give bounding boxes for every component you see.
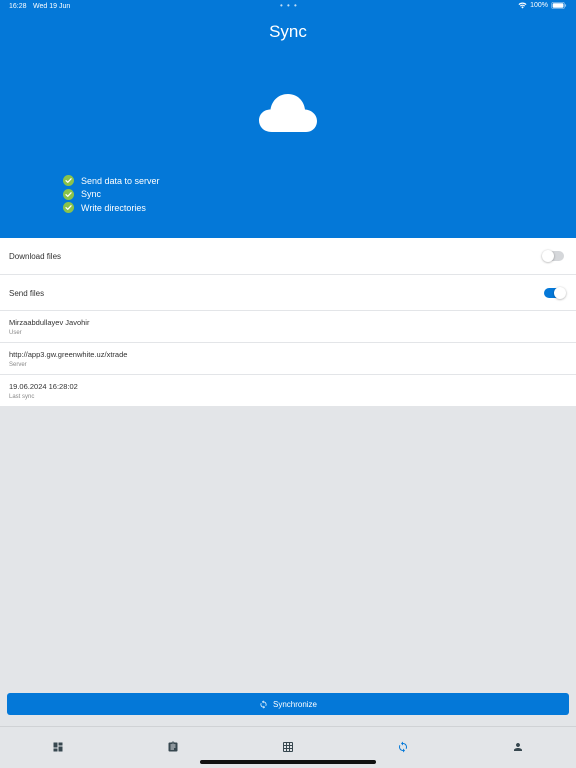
download-files-label: Download files [9,252,62,261]
server-info-row: http://app3.gw.greenwhite.uz/xtrade Serv… [0,343,576,375]
multitask-dots-icon[interactable]: • • • [280,1,298,10]
send-files-toggle[interactable] [544,286,566,299]
sync-step: Sync [63,188,160,202]
last-sync-caption: Last sync [9,394,35,400]
send-files-label: Send files [9,288,45,298]
sync-step: Send data to server [63,174,160,188]
person-icon [514,743,522,751]
cloud-icon [259,94,317,132]
tab-dashboard[interactable] [51,740,65,754]
status-time: 16:28 [9,3,27,10]
battery-percent: 100% [530,2,548,9]
sync-step-label: Sync [81,189,102,200]
sync-steps-list: Send data to server Sync Write directori… [63,174,160,215]
page-title: Sync [269,22,307,41]
server-url: http://app3.gw.greenwhite.uz/xtrade [9,350,128,359]
user-name: Mirzaabdullayev Javohir [9,318,90,327]
sync-settings-list: Download files Send files Mirzaabdullaye… [0,238,576,407]
status-bar: 16:28 Wed 19 Jun • • • 100% [0,0,576,14]
home-indicator[interactable] [200,760,376,764]
clipboard-icon [168,741,178,752]
sync-step-label: Send data to server [81,175,160,186]
battery-icon [551,2,567,9]
sync-icon [399,741,407,753]
sync-screen: 16:28 Wed 19 Jun • • • 100% Sync Send da… [0,0,576,768]
last-sync-time: 19.06.2024 16:28:02 [9,382,78,391]
sync-step: Write directories [63,201,160,215]
check-circle-icon [63,202,74,214]
check-circle-icon [63,175,74,187]
tab-orders[interactable] [166,740,180,754]
download-files-toggle[interactable] [542,250,564,262]
send-files-row[interactable]: Send files [0,275,576,311]
user-caption: User [9,330,22,336]
synchronize-button-label: Synchronize [272,699,318,709]
last-sync-row: 19.06.2024 16:28:02 Last sync [0,375,576,407]
tab-table[interactable] [281,740,295,754]
status-date: Wed 19 Jun [33,3,71,10]
check-circle-icon [63,188,74,200]
synchronize-button[interactable]: Synchronize [7,693,569,715]
toggle-knob [542,250,554,262]
download-files-row[interactable]: Download files [0,238,576,275]
dashboard-icon [53,742,63,752]
grid-icon [283,742,293,752]
tab-sync[interactable] [396,740,410,754]
status-indicators: 100% [518,2,567,9]
tab-profile[interactable] [511,740,525,754]
refresh-icon [260,699,267,709]
server-caption: Server [9,362,27,368]
wifi-icon [518,2,527,9]
sync-header: 16:28 Wed 19 Jun • • • 100% Sync Send da… [0,0,576,238]
sync-step-label: Write directories [81,202,146,213]
user-info-row: Mirzaabdullayev Javohir User [0,311,576,343]
toggle-knob [554,286,566,299]
